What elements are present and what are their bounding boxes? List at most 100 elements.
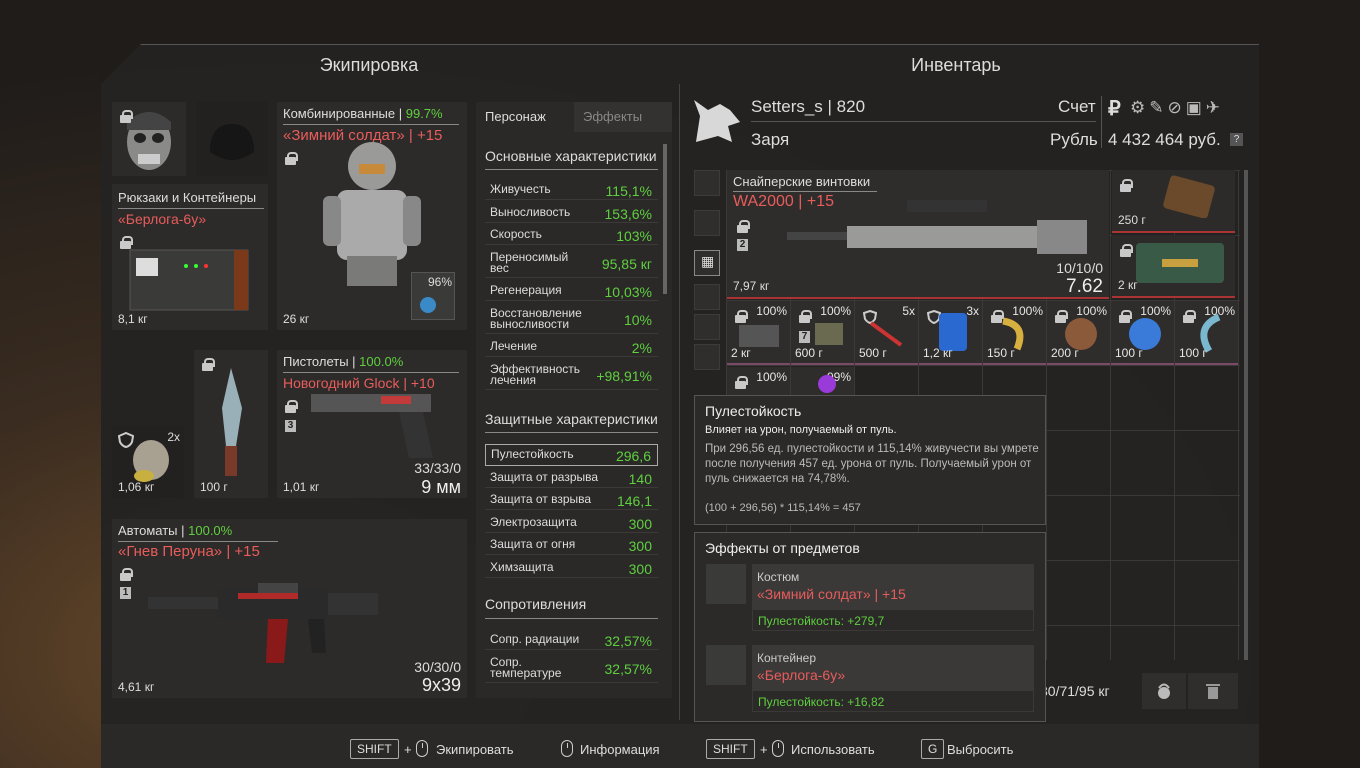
stat-row[interactable]: Эффективность лечения +98,91% [485,360,658,390]
wolf-faction-icon [694,100,740,142]
plus-sign: + [404,742,412,757]
rifle-category: Автоматы [118,523,178,538]
filter-all-icon[interactable] [694,170,720,196]
g-key: G [921,739,945,759]
weapon-slot-badge: 2 [737,239,748,251]
inventory-item[interactable]: 2 кг [1112,235,1235,298]
stat-row[interactable]: Защита от огня 300 [485,535,658,555]
ruble-icon[interactable]: ₽ [1108,96,1121,121]
stat-row-selected[interactable]: Пулестойкость 296,6 [485,444,658,466]
pistol-slot-badge: 3 [285,420,296,432]
rifle-name: «Гнев Перуна» | +15 [118,543,260,560]
stat-row[interactable]: Живучесть 115,1% [485,180,658,200]
pistol-ammo: 33/33/0 [414,460,461,476]
stats-tabs: Персонаж Эффекты [476,102,672,132]
inventory-item[interactable]: 100% 150 г [983,301,1046,365]
backpack-name: «Берлога-6у» [118,211,207,227]
drop-hint[interactable]: Выбросить [947,742,1013,757]
inventory-item[interactable]: 5x 500 г [855,301,918,365]
help-button[interactable]: ? [1230,133,1243,146]
item-weight: 250 г [1118,213,1146,227]
helmet-slot[interactable] [196,102,268,176]
knife-icon [222,368,242,476]
stat-row[interactable]: Электрозащита 300 [485,513,658,533]
main-stats-title: Основные характеристики [485,148,657,164]
stat-row[interactable]: Сопр. радиации 32,57% [485,630,658,650]
stats-scrollbar[interactable] [663,144,667,294]
knife-slot[interactable]: 100 г [194,350,268,498]
inventory-item[interactable]: 100% 100 г [1175,301,1238,365]
weapon-caliber: 7.62 [1066,276,1103,297]
stat-row[interactable]: Химзащита 300 [485,558,658,578]
backpack-slot[interactable]: Рюкзаки и Контейнеры «Берлога-6у» 8,1 кг [112,184,268,330]
rifle-caliber: 9x39 [421,675,461,695]
lock-icon [285,152,298,165]
stat-row[interactable]: Лечение 2% [485,337,658,357]
stat-row[interactable]: Выносливость 153,6% [485,203,658,223]
rifle-ammo: 30/30/0 [414,659,461,675]
backpack-category: Рюкзаки и Контейнеры [118,190,257,205]
backpack-weight: 8,1 кг [118,312,148,326]
pistol-name: Новогодний Glock | +10 [283,375,435,391]
footer-bar [101,724,1259,768]
info-hint[interactable]: Информация [580,742,660,757]
stat-row[interactable]: Регенерация 10,03% [485,281,658,301]
currency-label: Рубль [1050,130,1098,149]
mask-slot[interactable] [112,102,186,176]
tab-character[interactable]: Персонаж [476,102,574,132]
grenade-slot[interactable]: 2x 1,06 кг [112,426,184,498]
suit-category: Комбинированные [283,106,396,121]
tab-effects[interactable]: Эффекты [574,102,672,132]
money-value: 4 432 464 руб. [1108,130,1221,149]
filter-grid-icon[interactable]: ▦ [694,250,720,276]
grenade-icon [133,440,169,482]
use-hint[interactable]: Использовать [791,742,875,757]
inventory-item[interactable]: 100% [727,367,790,397]
stat-row[interactable]: Защита от взрыва 146,1 [485,490,658,510]
weapon-weight: 7,97 кг [733,279,770,293]
filter-armor-icon[interactable] [694,314,720,340]
lock-icon [120,110,133,123]
trash-button[interactable] [1188,673,1238,709]
stat-row[interactable]: Защита от разрыва 140 [485,468,658,488]
inventory-item[interactable]: 250 г [1112,170,1235,233]
shift-key: SHIFT [350,739,399,759]
inventory-item[interactable]: 100% 2 кг [727,301,790,365]
filter-weapon-icon[interactable] [694,284,720,310]
lock-icon [737,220,750,233]
mouse-icon [561,740,573,757]
filter-artifact-icon[interactable] [694,344,720,370]
pistol-weight: 1,01 кг [283,480,320,494]
weight-button[interactable] [1142,673,1186,709]
inventory-item[interactable]: 100% 200 г [1047,301,1110,365]
artifact-subslot[interactable]: 96% [411,272,455,320]
player-faction: Заря [751,130,790,149]
effect-bonus: Пулестойкость: +279,7 [752,609,1034,631]
pistol-slot[interactable]: Пистолеты | 100.0% Новогодний Glock | +1… [277,350,467,498]
stat-row[interactable]: Скорость 103% [485,225,658,245]
suit-slot[interactable]: Комбинированные | 99.7% «Зимний солдат» … [277,102,467,330]
tooltip-formula: (100 + 296,56) * 115,14% = 457 [705,502,861,514]
sniper-rifle-item[interactable]: Снайперские винтовки WA2000 | +15 2 10/1… [727,170,1109,299]
currency-icons[interactable]: ⚙✎⊘▣✈ [1130,98,1224,118]
divider [679,84,680,720]
inventory-item[interactable]: 99% [791,367,854,397]
stat-row[interactable]: Сопр. температуре 32,57% [485,653,658,683]
inventory-item[interactable]: 100% 100 г [1111,301,1174,365]
helmet-icon [210,124,254,160]
inventory-item[interactable]: 100% 7 600 г [791,301,854,365]
case-icon [1136,243,1224,283]
inventory-item[interactable]: 3x 1,2 кг [919,301,982,365]
stat-row[interactable]: Переносимый вес 95,85 кг [485,248,658,278]
equip-hint[interactable]: Экипировать [436,742,514,757]
rifle-slot[interactable]: Автоматы | 100.0% «Гнев Перуна» | +15 1 … [112,519,467,698]
stats-panel: Основные характеристики Живучесть 115,1% … [476,132,672,698]
mouse-icon [772,740,784,757]
grenade-weight: 1,06 кг [118,480,155,494]
equipment-title: Экипировка [319,55,419,75]
filter-favorite-icon[interactable] [694,210,720,236]
inventory-scrollbar[interactable] [1244,170,1248,660]
stat-row[interactable]: Восстановление выносливости 10% [485,304,658,334]
suit-weight: 26 кг [283,312,310,326]
lock-icon [120,568,133,581]
